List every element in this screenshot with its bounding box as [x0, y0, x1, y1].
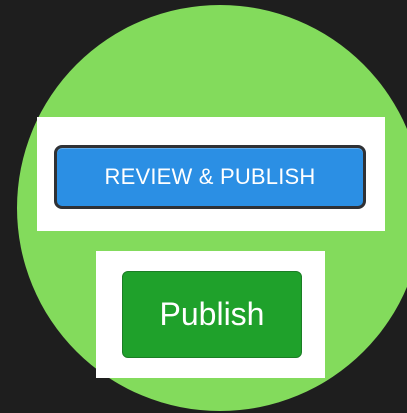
publish-button[interactable]: Publish — [122, 271, 302, 358]
review-button-panel: REVIEW & PUBLISH — [37, 117, 385, 231]
publish-button-panel: Publish — [96, 251, 325, 378]
review-and-publish-button[interactable]: REVIEW & PUBLISH — [54, 145, 366, 209]
